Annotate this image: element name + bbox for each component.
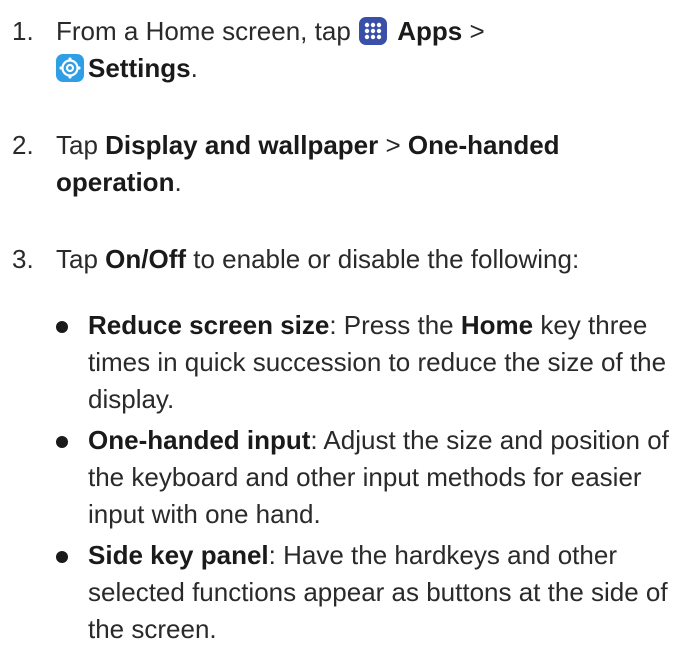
bullet-term: One-handed input (88, 425, 311, 455)
bullet-dot (56, 551, 68, 563)
step-3: 3. Tap On/Off to enable or disable the f… (12, 241, 682, 278)
settings-label: Settings (88, 53, 191, 83)
step-1: 1. From a Home screen, tap Apps > Settin… (12, 13, 682, 87)
bullet-text: : Press the (329, 310, 461, 340)
settings-gear-icon (56, 54, 84, 82)
step-text: Tap (56, 244, 106, 274)
instructions-page: 1. From a Home screen, tap Apps > Settin… (0, 0, 687, 644)
step-text-suffix: to enable or disable the following: (186, 244, 580, 274)
bullet-reduce-screen-size: Reduce screen size: Press the Home key t… (56, 307, 686, 418)
bullet-one-handed-input: One-handed input: Adjust the size and po… (56, 422, 686, 533)
bullet-dot (56, 321, 68, 333)
bullet-side-key-panel: Side key panel: Have the hardkeys and ot… (56, 537, 686, 648)
bullet-dot (56, 436, 68, 448)
step-period: . (190, 53, 198, 83)
bullet-term: Reduce screen size (88, 310, 330, 340)
bullet-term: Side key panel (88, 540, 269, 570)
step-number: 3. (12, 244, 34, 274)
step-number: 1. (12, 16, 34, 46)
apps-label: Apps (397, 16, 463, 46)
step-separator: > (378, 130, 408, 160)
home-key-term: Home (460, 310, 534, 340)
step-text: From a Home screen, tap (56, 16, 358, 46)
step-separator: > (462, 16, 485, 46)
step-period: . (174, 167, 182, 197)
step-2: 2. Tap Display and wallpaper > One-hande… (12, 127, 682, 201)
on-off-term: On/Off (105, 244, 187, 274)
display-wallpaper-term: Display and wallpaper (105, 130, 379, 160)
step-text: Tap (56, 130, 106, 160)
step-number: 2. (12, 130, 34, 160)
apps-grid-icon (359, 17, 387, 45)
